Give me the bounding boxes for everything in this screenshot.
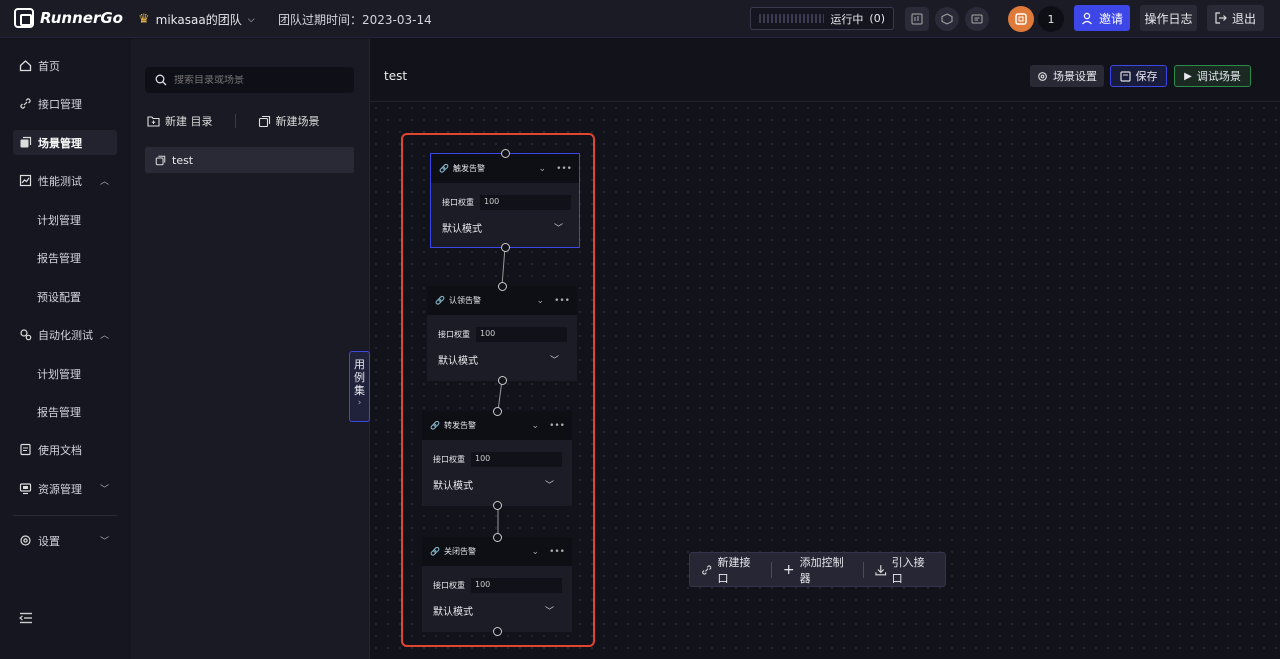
chevron-down-icon: ﹀: [544, 607, 554, 617]
new-api-label: 新建接口: [717, 555, 751, 585]
chevron-down-icon: ﹀: [544, 481, 554, 491]
node-title: 触发告警: [452, 164, 485, 173]
weight-input[interactable]: 100: [480, 195, 571, 210]
link-icon: 🔗: [430, 547, 440, 556]
add-controller-label: 添加控制器: [799, 555, 844, 585]
chevron-down-icon: ﹀: [549, 356, 559, 366]
import-api-label: 引入接口: [891, 555, 925, 585]
node-title: 转发告警: [443, 421, 476, 430]
chevron-down-icon[interactable]: ⌄: [539, 164, 547, 174]
node-port[interactable]: [501, 243, 510, 252]
chevron-down-icon[interactable]: ⌄: [532, 547, 540, 557]
more-icon[interactable]: •••: [554, 296, 570, 306]
node-port[interactable]: [493, 533, 502, 542]
plus-icon: +: [782, 561, 795, 578]
download-icon: [875, 564, 887, 575]
mode-select[interactable]: 默认模式 ﹀: [433, 477, 554, 492]
node-port[interactable]: [493, 501, 502, 510]
node-port[interactable]: [493, 627, 502, 636]
node-header[interactable]: 🔗 触发告警 ⌄ •••: [431, 154, 579, 183]
link-icon: 🔗: [439, 164, 449, 173]
node-port[interactable]: [498, 376, 507, 385]
node-weight: 接口权重 100: [433, 452, 572, 467]
mode-value: 默认模式: [438, 356, 478, 367]
mode-select[interactable]: 默认模式 ﹀: [438, 352, 559, 367]
node-weight: 接口权重 100: [433, 578, 572, 593]
weight-label: 接口权重: [433, 455, 465, 464]
node-port[interactable]: [493, 407, 502, 416]
node-port[interactable]: [498, 282, 507, 291]
weight-label: 接口权重: [442, 198, 474, 207]
more-icon[interactable]: •••: [549, 547, 565, 557]
link-icon: [702, 564, 712, 575]
chevron-down-icon: ﹀: [553, 224, 563, 234]
api-node[interactable]: 🔗 转发告警 ⌄ ••• 接口权重 100 默认模式 ﹀: [422, 411, 572, 506]
link-icon: 🔗: [435, 296, 445, 305]
weight-label: 接口权重: [438, 330, 470, 339]
mode-select[interactable]: 默认模式 ﹀: [433, 603, 554, 618]
mode-value: 默认模式: [433, 481, 473, 492]
api-node[interactable]: 🔗 关闭告警 ⌄ ••• 接口权重 100 默认模式 ﹀: [422, 537, 572, 632]
weight-input[interactable]: 100: [476, 327, 567, 342]
node-port[interactable]: [501, 149, 510, 158]
api-node[interactable]: 🔗 触发告警 ⌄ ••• 接口权重 100 默认模式 ﹀: [430, 153, 580, 248]
wire: [501, 246, 506, 287]
import-api-button[interactable]: 引入接口: [864, 554, 945, 586]
more-icon[interactable]: •••: [549, 421, 565, 431]
node-weight: 接口权重 100: [438, 327, 577, 342]
api-node[interactable]: 🔗 认领告警 ⌄ ••• 接口权重 100 默认模式 ﹀: [427, 286, 577, 381]
link-icon: 🔗: [430, 421, 440, 430]
add-controller-button[interactable]: + 添加控制器: [772, 554, 863, 586]
node-title: 认领告警: [448, 296, 481, 305]
connection-wires: [497, 246, 506, 537]
chevron-down-icon[interactable]: ⌄: [532, 421, 540, 431]
new-api-button[interactable]: 新建接口: [690, 554, 771, 586]
mode-value: 默认模式: [433, 607, 473, 618]
node-title: 关闭告警: [443, 547, 476, 556]
canvas-toolbar: 新建接口 + 添加控制器 引入接口: [689, 552, 946, 587]
mode-value: 默认模式: [442, 224, 482, 235]
weight-input[interactable]: 100: [471, 578, 562, 593]
weight-input[interactable]: 100: [471, 452, 562, 467]
weight-label: 接口权重: [433, 581, 465, 590]
more-icon[interactable]: •••: [556, 164, 572, 174]
mode-select[interactable]: 默认模式 ﹀: [442, 220, 563, 235]
chevron-down-icon[interactable]: ⌄: [537, 296, 545, 306]
node-weight: 接口权重 100: [442, 195, 579, 210]
